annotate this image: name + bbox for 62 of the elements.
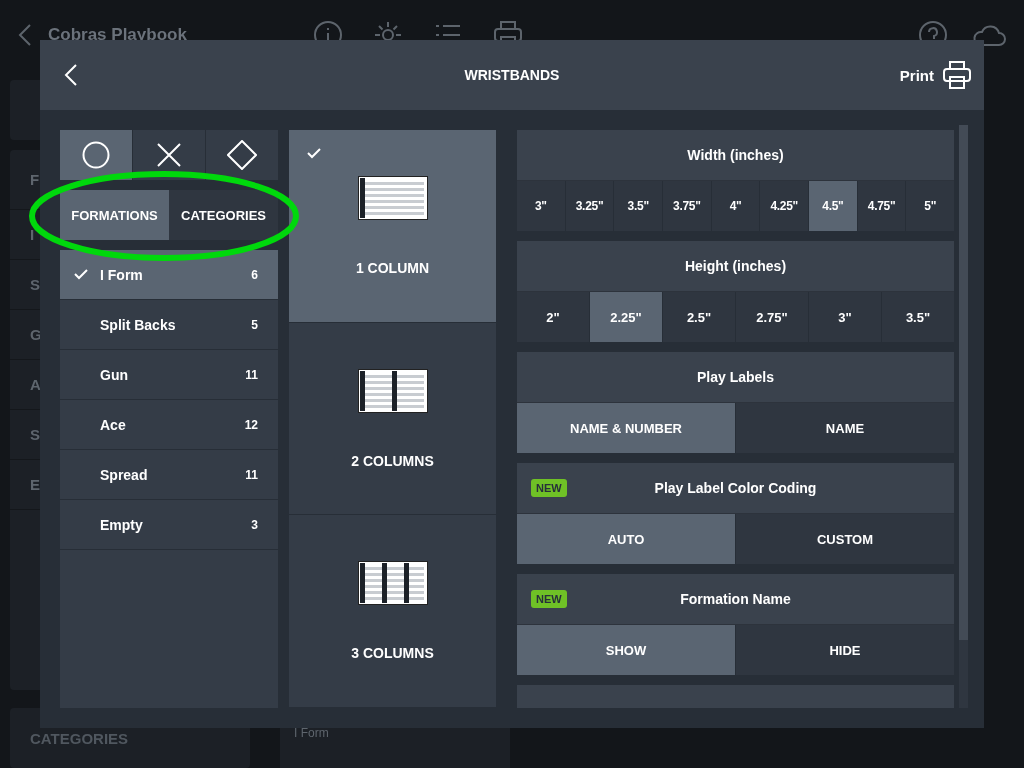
option-button[interactable]: 3.75": [662, 181, 711, 231]
app-title: Cobras Playbook: [48, 25, 187, 45]
new-badge: NEW: [531, 590, 567, 608]
circle-icon: [81, 140, 111, 170]
formation-name: Gun: [100, 366, 129, 383]
option-button[interactable]: 3.5": [881, 292, 954, 342]
option-button[interactable]: 2.75": [735, 292, 808, 342]
column-layout-icon: [357, 561, 428, 606]
option-button[interactable]: CUSTOM: [735, 514, 954, 564]
shape-tab[interactable]: [205, 130, 278, 180]
setting-title: Height (inches): [684, 258, 787, 274]
play-count: 11: [245, 367, 258, 382]
group-tab[interactable]: FORMATIONS: [60, 190, 169, 240]
option-button[interactable]: 3.25": [564, 181, 614, 231]
play-count: 12: [244, 417, 258, 432]
play-count: 6: [251, 267, 258, 282]
play-formation-label: I Form: [294, 726, 330, 740]
dialog-title: WRISTBANDS: [464, 67, 560, 83]
back-button[interactable]: [64, 63, 78, 87]
formation-name: I Form: [100, 266, 144, 283]
check-icon: [74, 269, 88, 280]
setting-title: Play Label Color Coding: [654, 480, 817, 496]
diamond-icon: [227, 140, 257, 170]
scrollbar-thumb[interactable]: [959, 125, 968, 640]
new-badge: NEW: [531, 479, 567, 497]
option-button[interactable]: 2.25": [589, 292, 662, 342]
option-button[interactable]: 4.75": [856, 181, 906, 231]
option-button[interactable]: 4.25": [759, 181, 809, 231]
print-button[interactable]: Print: [899, 60, 972, 90]
option-button[interactable]: NAME & NUMBER: [517, 403, 735, 453]
option-button[interactable]: AUTO: [517, 514, 735, 564]
check-icon: [307, 148, 321, 159]
option-button[interactable]: 3": [808, 292, 881, 342]
option-button[interactable]: SHOW: [517, 625, 735, 675]
option-button[interactable]: 3.5": [613, 181, 662, 231]
option-button[interactable]: HIDE: [735, 625, 954, 675]
back-icon: [64, 63, 78, 87]
formation-name: Ace: [100, 416, 127, 433]
play-count: 11: [245, 467, 258, 482]
option-button[interactable]: NAME: [735, 403, 954, 453]
play-count: 5: [251, 317, 258, 332]
layout-option[interactable]: 1 COLUMN: [289, 130, 496, 323]
back-icon[interactable]: [18, 23, 32, 47]
setting-title: Width (inches): [687, 147, 784, 163]
formation-name: Empty: [100, 516, 144, 533]
option-button[interactable]: 4.5": [808, 181, 857, 231]
option-button[interactable]: 2": [517, 292, 589, 342]
shape-tab[interactable]: [60, 130, 132, 180]
setting-title: Play Labels: [696, 369, 774, 385]
option-button[interactable]: 4": [710, 181, 760, 231]
formation-name: Split Backs: [100, 316, 177, 333]
printer-icon: [942, 60, 972, 90]
option-button[interactable]: 2.5": [662, 292, 735, 342]
play-count: 3: [251, 517, 258, 532]
option-button[interactable]: 3": [517, 181, 565, 231]
formation-item[interactable]: I Form 6: [60, 250, 278, 300]
setting-title: Formation Name: [680, 591, 791, 607]
column-layout-icon: [357, 368, 428, 413]
group-tab[interactable]: CATEGORIES: [169, 190, 278, 240]
column-layout-icon: [357, 175, 428, 220]
formation-name: Spread: [100, 466, 149, 483]
option-button[interactable]: 5": [905, 181, 954, 231]
